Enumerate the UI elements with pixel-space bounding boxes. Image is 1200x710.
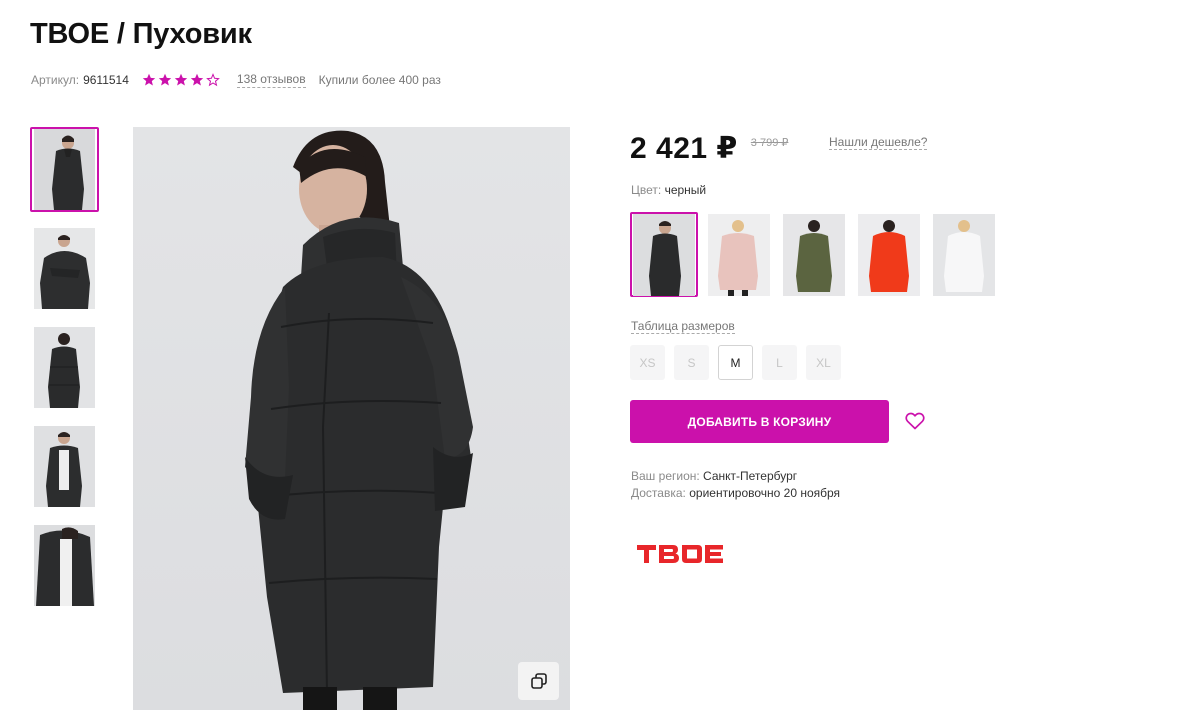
found-cheaper-link[interactable]: Нашли дешевле? bbox=[829, 135, 928, 150]
thumbnail-2[interactable] bbox=[30, 226, 99, 311]
star-icon bbox=[142, 73, 156, 86]
model-in-black-coat bbox=[245, 130, 473, 710]
brand-logo[interactable] bbox=[637, 543, 725, 565]
heart-icon[interactable] bbox=[905, 412, 925, 430]
coat-white-photo bbox=[944, 219, 984, 292]
delivery-row: Доставка: ориентировочно 20 ноября bbox=[631, 485, 840, 502]
thumbnail-list bbox=[30, 127, 99, 622]
color-option-pink[interactable] bbox=[705, 212, 773, 297]
star-icon bbox=[158, 73, 172, 86]
color-value: черный bbox=[664, 183, 707, 197]
size-l[interactable]: L bbox=[762, 345, 797, 380]
sku-value: 9611514 bbox=[83, 73, 129, 87]
color-options bbox=[630, 212, 1005, 297]
sku-label: Артикул: bbox=[31, 73, 80, 87]
thumbnail-1[interactable] bbox=[30, 127, 99, 212]
delivery-label: Доставка: bbox=[631, 486, 686, 500]
star-empty-icon bbox=[206, 73, 220, 87]
thumbnail-5[interactable] bbox=[30, 523, 99, 608]
region-label: Ваш регион: bbox=[631, 469, 700, 483]
star-icon bbox=[190, 73, 204, 86]
star-icon bbox=[174, 73, 188, 86]
color-label: Цвет: черный bbox=[631, 183, 706, 197]
region-value[interactable]: Санкт-Петербург bbox=[703, 469, 797, 483]
coat-photo-open bbox=[46, 432, 82, 507]
main-product-image[interactable] bbox=[133, 127, 570, 710]
region-row: Ваш регион: Санкт-Петербург bbox=[631, 468, 840, 485]
thumbnail-3[interactable] bbox=[30, 325, 99, 410]
coat-photo-back bbox=[48, 333, 80, 408]
price-block: 2 421 ₽ 3 799 ₽ bbox=[630, 130, 788, 170]
color-label-text: Цвет: bbox=[631, 183, 662, 197]
size-table-link[interactable]: Таблица размеров bbox=[631, 319, 735, 334]
rating-stars bbox=[142, 73, 222, 87]
expand-icon bbox=[530, 673, 547, 689]
coat-olive-photo bbox=[796, 219, 832, 292]
coat-photo-front bbox=[52, 135, 84, 210]
product-title: ТВОЕ / Пуховик bbox=[30, 18, 252, 50]
zoom-button[interactable] bbox=[518, 662, 559, 700]
size-s[interactable]: S bbox=[674, 345, 709, 380]
coat-orange-photo bbox=[869, 219, 909, 292]
coat-photo-detail bbox=[34, 525, 95, 606]
size-xl[interactable]: XL bbox=[806, 345, 841, 380]
reviews-link[interactable]: 138 отзывов bbox=[236, 72, 306, 88]
delivery-value: ориентировочно 20 ноября bbox=[689, 486, 841, 500]
coat-pink-photo bbox=[718, 219, 758, 296]
coat-black-photo bbox=[649, 220, 681, 296]
product-meta: Артикул: 9611514 138 отзывов Купили боле… bbox=[31, 72, 441, 88]
bought-count: Купили более 400 раз bbox=[318, 73, 441, 87]
size-m[interactable]: M bbox=[718, 345, 753, 380]
delivery-info: Ваш регион: Санкт-Петербург Доставка: ор… bbox=[631, 468, 840, 502]
size-xs[interactable]: XS bbox=[630, 345, 665, 380]
color-option-black[interactable] bbox=[630, 212, 698, 297]
old-price: 3 799 ₽ bbox=[750, 137, 789, 149]
size-options: XS S M L XL bbox=[630, 345, 850, 380]
color-option-olive[interactable] bbox=[780, 212, 848, 297]
thumbnail-4[interactable] bbox=[30, 424, 99, 509]
coat-photo-side bbox=[40, 235, 90, 309]
color-option-white[interactable] bbox=[930, 212, 998, 297]
add-to-cart-button[interactable]: ДОБАВИТЬ В КОРЗИНУ bbox=[630, 400, 889, 443]
color-option-orange[interactable] bbox=[855, 212, 923, 297]
current-price: 2 421 ₽ bbox=[630, 132, 738, 165]
